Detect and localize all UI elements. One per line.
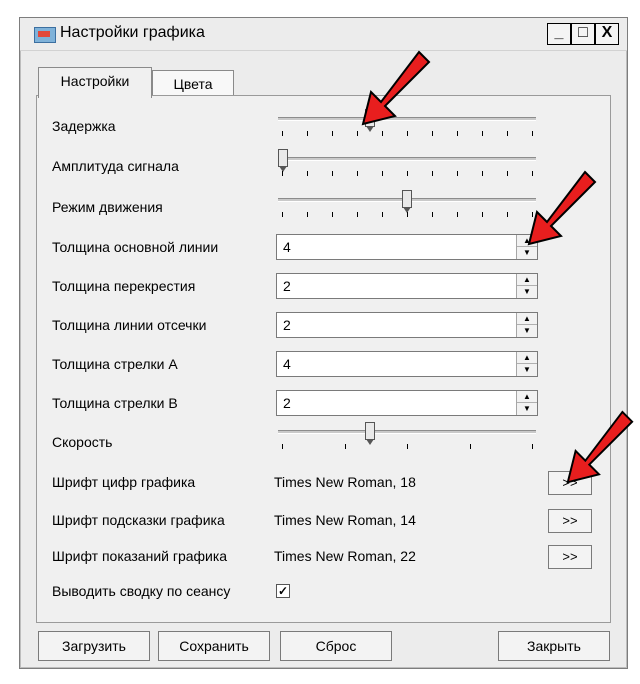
arrow-a-thickness-spinner[interactable]: 4 ▲ ▼ bbox=[276, 351, 538, 377]
slider-tick bbox=[482, 171, 483, 176]
slider-tick bbox=[332, 131, 333, 136]
slider-tick bbox=[332, 171, 333, 176]
hint-font-value: Times New Roman, 14 bbox=[274, 512, 416, 528]
slider-tick bbox=[307, 171, 308, 176]
slider-tick bbox=[457, 171, 458, 176]
annotation-arrow-icon bbox=[566, 410, 634, 484]
slider-tick bbox=[357, 171, 358, 176]
main-line-thickness-label: Толщина основной линии bbox=[52, 239, 219, 255]
tab-settings[interactable]: Настройки bbox=[38, 67, 152, 98]
main-line-thickness-spinner[interactable]: 4 ▲ ▼ bbox=[276, 234, 538, 260]
slider-tick bbox=[357, 131, 358, 136]
slider-tick bbox=[432, 212, 433, 217]
slider-tick bbox=[382, 131, 383, 136]
slider-tick bbox=[407, 212, 408, 217]
load-button[interactable]: Загрузить bbox=[38, 631, 150, 661]
slider-tick bbox=[307, 131, 308, 136]
session-summary-checkbox[interactable]: ✓ bbox=[276, 584, 290, 598]
slider-tick bbox=[382, 212, 383, 217]
main-line-thickness-value: 4 bbox=[283, 239, 291, 255]
spin-down-icon[interactable]: ▼ bbox=[517, 286, 537, 298]
spin-up-icon[interactable]: ▲ bbox=[517, 352, 537, 364]
title-bar[interactable]: Настройки графика _ □ X bbox=[20, 18, 627, 51]
arrow-a-thickness-label: Толщина стрелки А bbox=[52, 356, 178, 372]
slider-tick bbox=[332, 212, 333, 217]
slider-thumb[interactable] bbox=[278, 149, 288, 172]
slider-tick bbox=[507, 171, 508, 176]
slider-tick bbox=[307, 212, 308, 217]
slider-tick bbox=[282, 444, 283, 449]
arrow-b-thickness-spinner[interactable]: 2 ▲ ▼ bbox=[276, 390, 538, 416]
reset-button[interactable]: Сброс bbox=[280, 631, 392, 661]
readings-font-button[interactable]: >> bbox=[548, 545, 592, 569]
close-dialog-button[interactable]: Закрыть bbox=[498, 631, 610, 661]
speed-label: Скорость bbox=[52, 434, 113, 450]
arrow-a-thickness-value: 4 bbox=[283, 356, 291, 372]
maximize-button[interactable]: □ bbox=[571, 23, 595, 45]
readings-font-value: Times New Roman, 22 bbox=[274, 548, 416, 564]
slider-tick bbox=[482, 131, 483, 136]
slider-tick bbox=[457, 212, 458, 217]
spin-down-icon[interactable]: ▼ bbox=[517, 403, 537, 415]
digits-font-value: Times New Roman, 18 bbox=[274, 474, 416, 490]
cutoff-line-thickness-spinner[interactable]: 2 ▲ ▼ bbox=[276, 312, 538, 338]
motion-mode-label: Режим движения bbox=[52, 199, 163, 215]
spin-down-icon[interactable]: ▼ bbox=[517, 364, 537, 376]
amplitude-label: Амплитуда сигнала bbox=[52, 158, 179, 174]
spin-up-icon[interactable]: ▲ bbox=[517, 274, 537, 286]
tab-colors[interactable]: Цвета bbox=[152, 70, 234, 98]
settings-window: Настройки графика _ □ X Настройки Цвета … bbox=[19, 17, 628, 669]
spin-down-icon[interactable]: ▼ bbox=[517, 325, 537, 337]
slider-tick bbox=[532, 131, 533, 136]
hint-font-button[interactable]: >> bbox=[548, 509, 592, 533]
slider-tick bbox=[407, 171, 408, 176]
crosshair-thickness-value: 2 bbox=[283, 278, 291, 294]
delay-label: Задержка bbox=[52, 118, 116, 134]
arrow-b-thickness-value: 2 bbox=[283, 395, 291, 411]
save-button[interactable]: Сохранить bbox=[158, 631, 270, 661]
slider-tick bbox=[457, 131, 458, 136]
slider-track[interactable] bbox=[278, 430, 536, 434]
slider-tick bbox=[407, 444, 408, 449]
close-button[interactable]: X bbox=[595, 23, 619, 45]
window-title: Настройки графика bbox=[60, 24, 205, 41]
cutoff-line-thickness-label: Толщина линии отсечки bbox=[52, 317, 207, 333]
crosshair-thickness-label: Толщина перекрестия bbox=[52, 278, 196, 294]
annotation-arrow-icon bbox=[361, 50, 431, 126]
annotation-arrow-icon bbox=[527, 170, 597, 246]
readings-font-label: Шрифт показаний графика bbox=[52, 548, 228, 564]
arrow-b-thickness-label: Толщина стрелки В bbox=[52, 395, 178, 411]
slider-tick bbox=[407, 131, 408, 136]
spin-up-icon[interactable]: ▲ bbox=[517, 391, 537, 403]
crosshair-thickness-spinner[interactable]: 2 ▲ ▼ bbox=[276, 273, 538, 299]
minimize-button[interactable]: _ bbox=[547, 23, 571, 45]
slider-thumb[interactable] bbox=[402, 190, 412, 213]
cutoff-line-thickness-value: 2 bbox=[283, 317, 291, 333]
spin-up-icon[interactable]: ▲ bbox=[517, 313, 537, 325]
slider-tick bbox=[469, 444, 471, 449]
slider-thumb[interactable] bbox=[364, 422, 375, 445]
slider-track[interactable] bbox=[278, 157, 536, 161]
slider-tick bbox=[382, 171, 383, 176]
slider-tick bbox=[282, 171, 283, 176]
slider-tick bbox=[532, 444, 533, 449]
slider-tick bbox=[357, 212, 358, 217]
digits-font-label: Шрифт цифр графика bbox=[52, 474, 196, 490]
slider-tick bbox=[282, 131, 283, 136]
slider-tick bbox=[507, 131, 508, 136]
slider-tick bbox=[344, 444, 346, 449]
session-summary-label: Выводить сводку по сеансу bbox=[52, 583, 231, 599]
slider-tick bbox=[282, 212, 283, 217]
slider-tick bbox=[432, 171, 433, 176]
slider-tick bbox=[432, 131, 433, 136]
app-icon bbox=[34, 27, 56, 43]
slider-tick bbox=[507, 212, 508, 217]
slider-tick bbox=[482, 212, 483, 217]
hint-font-label: Шрифт подсказки графика bbox=[52, 512, 225, 528]
